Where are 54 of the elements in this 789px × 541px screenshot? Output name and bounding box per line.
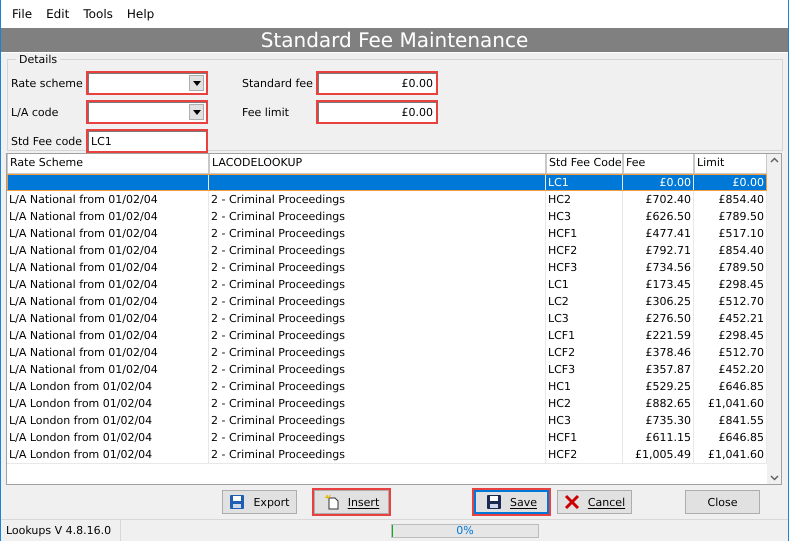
column-header[interactable]: Fee: [623, 154, 694, 174]
table-row[interactable]: L/A National from 01/02/04 2 - Criminal Proceedings HCF3 £734.56 £789.50: [7, 259, 767, 276]
input-field[interactable]: £0.00: [316, 71, 438, 95]
table-row[interactable]: L/A London from 01/02/04 2 - Criminal Proceedings HC2 £882.65 £1,041.60: [7, 395, 767, 412]
table-row[interactable]: L/A National from 01/02/04 2 - Criminal Proceedings HCF1 £477.41 £517.10: [7, 225, 767, 242]
menu-item[interactable]: File: [5, 6, 40, 20]
table-row[interactable]: L/A London from 01/02/04 2 - Criminal Proceedings HC1 £529.25 £646.85: [7, 378, 767, 395]
table-cell: L/A London from 01/02/04: [7, 446, 209, 464]
dropdown-field[interactable]: [86, 100, 208, 124]
action-button[interactable]: Cancel: [557, 490, 632, 514]
table-row[interactable]: L/A National from 01/02/04 2 - Criminal Proceedings LCF3 £357.87 £452.20: [7, 361, 767, 378]
menu-item[interactable]: Tools: [76, 6, 120, 20]
new-document-icon: [324, 494, 340, 510]
action-button[interactable]: Insert: [314, 490, 389, 514]
field-label: Rate scheme: [11, 76, 84, 90]
input-field[interactable]: £0.00: [316, 100, 438, 124]
table-row[interactable]: L/A London from 01/02/04 2 - Criminal Proceedings HC3 £735.30 £841.55: [7, 412, 767, 429]
field-label: Fee limit: [242, 106, 290, 118]
field-label: Standard fee: [242, 76, 314, 90]
vertical-scrollbar[interactable]: [767, 154, 781, 484]
column-header[interactable]: Limit: [694, 154, 767, 174]
version-text: Lookups V 4.8.16.0: [1, 520, 121, 541]
cross-icon: [564, 494, 580, 510]
table-row[interactable]: L/A London from 01/02/04 2 - Criminal Proceedings HCF2 £1,005.49 £1,041.60: [7, 446, 767, 463]
scroll-up-icon[interactable]: [770, 157, 778, 163]
table-row[interactable]: L/A London from 01/02/04 2 - Criminal Proceedings HCF1 £611.15 £646.85: [7, 429, 767, 446]
table-row[interactable]: L/A National from 01/02/04 2 - Criminal Proceedings LC2 £306.25 £512.70: [7, 293, 767, 310]
table-row[interactable]: L/A National from 01/02/04 2 - Criminal Proceedings LC3 £276.50 £452.21: [7, 310, 767, 327]
field-label: Std Fee code: [11, 134, 84, 148]
table-row[interactable]: LC1 £0.00 £0.00: [7, 174, 767, 191]
dropdown-field[interactable]: [86, 71, 208, 95]
field-label: L/A code: [11, 106, 60, 118]
action-button[interactable]: Export: [222, 490, 297, 514]
scroll-down-icon[interactable]: [770, 475, 778, 481]
table-row[interactable]: L/A National from 01/02/04 2 - Criminal Proceedings LCF2 £378.46 £512.70: [7, 344, 767, 361]
column-header[interactable]: Std Fee Code: [546, 154, 623, 174]
column-header[interactable]: Rate Scheme: [7, 154, 209, 174]
menu-item[interactable]: Edit: [39, 6, 76, 20]
table-cell: £1,005.49: [623, 446, 694, 464]
action-button[interactable]: Close: [685, 490, 760, 514]
progress-reading: 0%: [456, 524, 474, 537]
menu-item[interactable]: Help: [120, 6, 162, 20]
table-row[interactable]: L/A National from 01/02/04 2 - Criminal Proceedings LC1 £173.45 £298.45: [7, 276, 767, 293]
table-row[interactable]: L/A National from 01/02/04 2 - Criminal Proceedings HC2 £702.40 £854.40: [7, 191, 767, 208]
table-row[interactable]: L/A National from 01/02/04 2 - Criminal Proceedings HCF2 £792.71 £854.40: [7, 242, 767, 259]
table-row[interactable]: L/A National from 01/02/04 2 - Criminal Proceedings HC3 £626.50 £789.50: [7, 208, 767, 225]
column-header[interactable]: LACODELOOKUP: [209, 154, 546, 174]
table-cell: HCF2: [546, 446, 623, 464]
action-button[interactable]: Save: [474, 490, 549, 514]
input-field[interactable]: LC1: [86, 129, 208, 153]
group-legend: Details: [16, 53, 60, 66]
table-row[interactable]: L/A National from 01/02/04 2 - Criminal Proceedings LCF1 £221.59 £298.45: [7, 327, 767, 344]
window-title: Standard Fee Maintenance: [1, 27, 788, 53]
table-cell: 2 - Criminal Proceedings: [209, 446, 546, 464]
